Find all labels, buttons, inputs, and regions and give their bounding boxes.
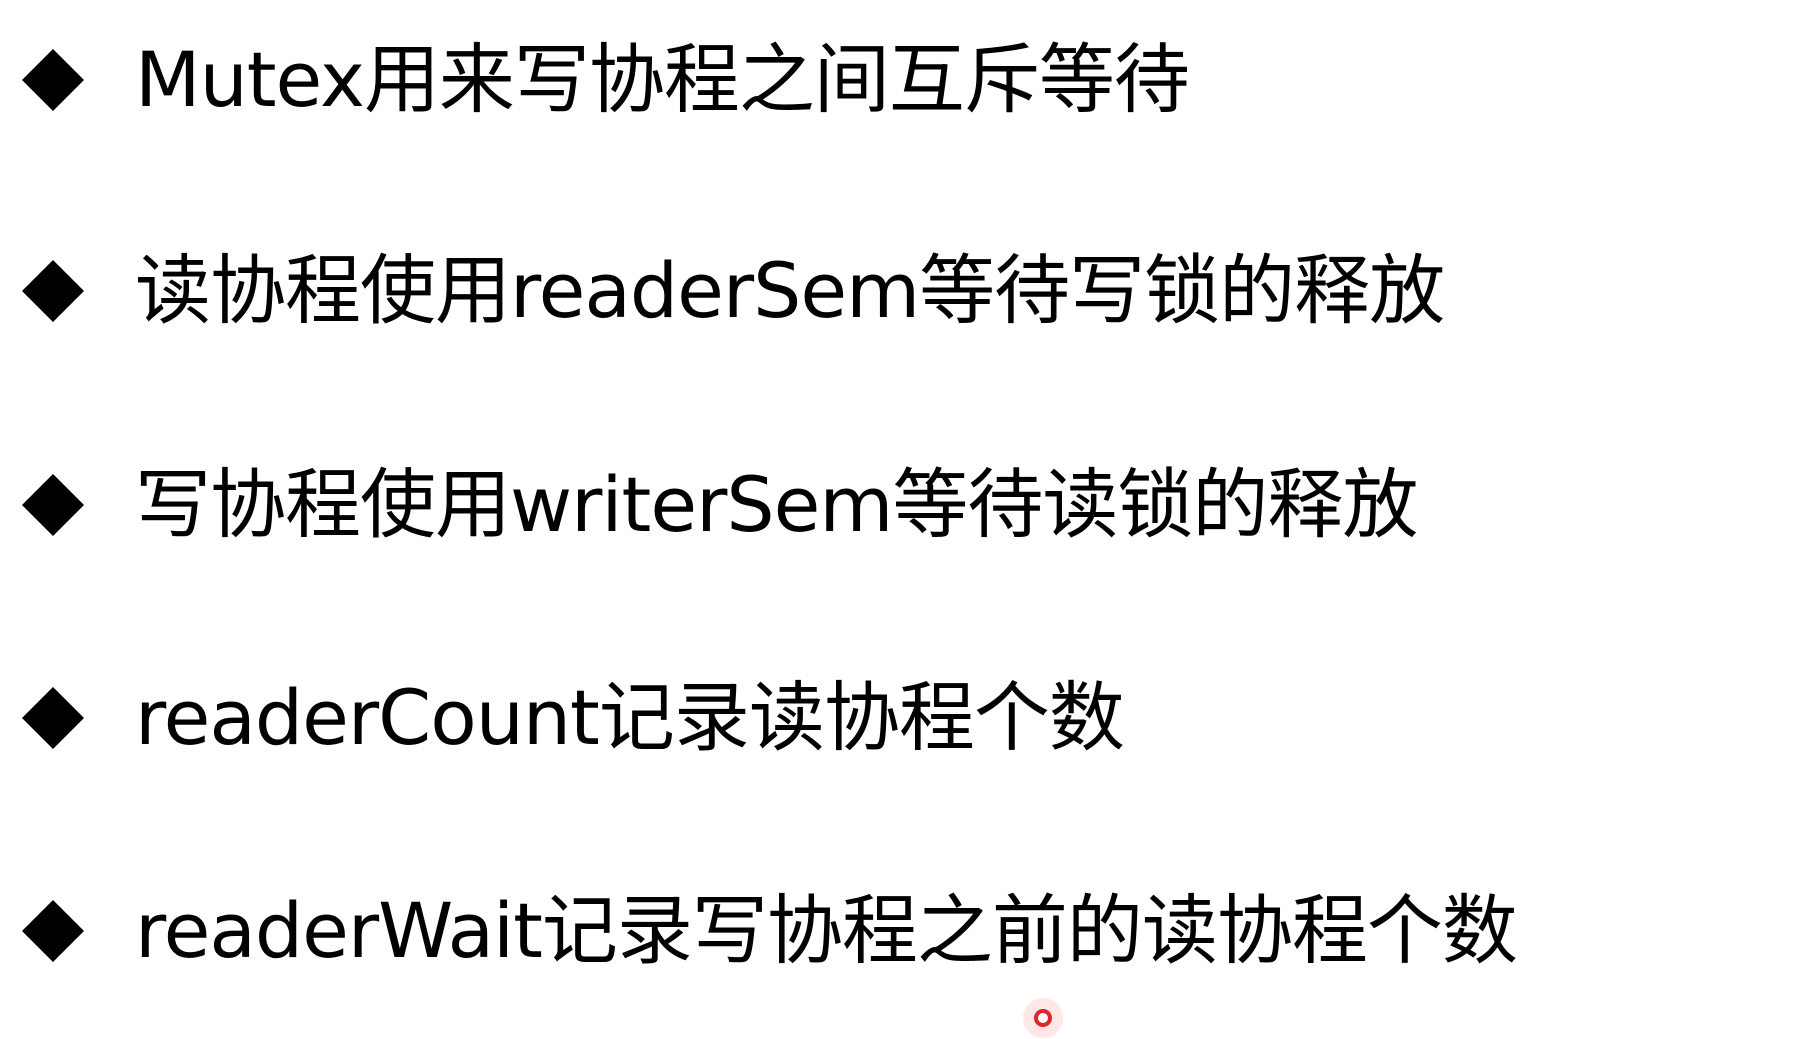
bullet-item-3: 写协程使用writerSem等待读锁的释放 — [22, 450, 1418, 560]
slide: Mutex用来写协程之间互斥等待 读协程使用readerSem等待写锁的释放 写… — [0, 0, 1797, 1039]
laser-pointer-icon — [1023, 998, 1063, 1038]
pointer-ring — [1034, 1009, 1052, 1027]
bullet-item-5: readerWait记录写协程之前的读协程个数 — [22, 876, 1518, 986]
diamond-bullet-icon — [22, 474, 84, 536]
bullet-text: Mutex用来写协程之间互斥等待 — [135, 35, 1190, 124]
diamond-bullet-icon — [22, 687, 84, 749]
bullet-text: 写协程使用writerSem等待读锁的释放 — [135, 460, 1418, 549]
diamond-bullet-icon — [22, 260, 84, 322]
diamond-bullet-icon — [22, 900, 84, 962]
bullet-item-4: readerCount记录读协程个数 — [22, 663, 1125, 773]
bullet-item-2: 读协程使用readerSem等待写锁的释放 — [22, 236, 1445, 346]
bullet-text: readerWait记录写协程之前的读协程个数 — [135, 886, 1518, 975]
bullet-text: readerCount记录读协程个数 — [135, 673, 1125, 762]
diamond-bullet-icon — [22, 49, 84, 111]
bullet-text: 读协程使用readerSem等待写锁的释放 — [135, 246, 1445, 335]
bullet-item-1: Mutex用来写协程之间互斥等待 — [22, 25, 1190, 135]
